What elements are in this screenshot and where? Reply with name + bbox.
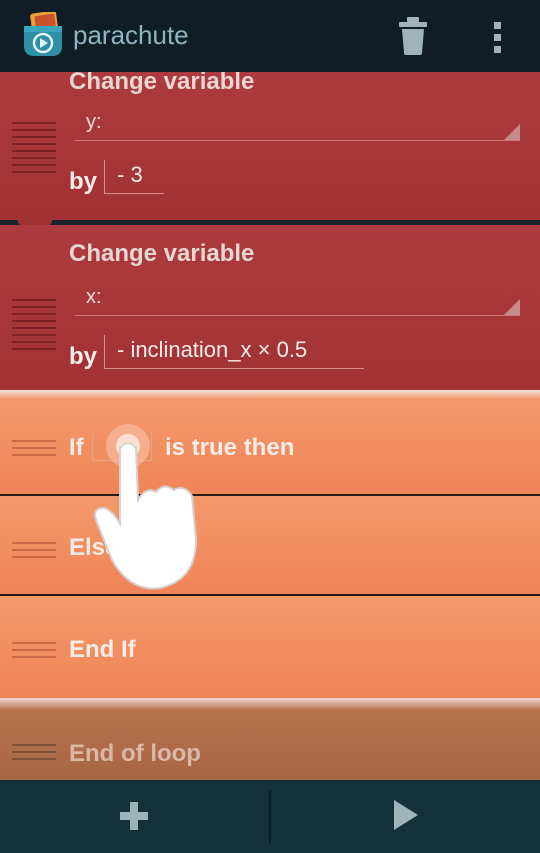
- end-loop-label: End of loop: [69, 740, 201, 767]
- drag-handle-icon[interactable]: [12, 642, 56, 663]
- add-button[interactable]: [0, 780, 269, 853]
- variable-name: y:: [86, 111, 102, 133]
- script-area[interactable]: Change variable y: by - 3 Change variabl…: [0, 72, 540, 780]
- by-label: by: [69, 168, 98, 195]
- end-if-brick[interactable]: End If: [0, 596, 540, 705]
- value-field[interactable]: - 3: [104, 160, 164, 194]
- change-variable-brick[interactable]: Change variable x: by - inclination_x × …: [0, 225, 540, 393]
- end-loop-brick[interactable]: End of loop: [0, 710, 540, 780]
- variable-name: x:: [86, 286, 102, 308]
- formula-text: - inclination_x × 0.5: [117, 337, 308, 362]
- drag-handle-icon[interactable]: [12, 122, 56, 178]
- drag-handle-icon[interactable]: [12, 744, 56, 765]
- if-label: If: [69, 434, 84, 461]
- formula-text: - 3: [117, 162, 143, 187]
- app-title: parachute: [73, 20, 189, 50]
- brick-divider: [0, 698, 540, 710]
- value-field[interactable]: - inclination_x × 0.5: [104, 335, 364, 369]
- variable-spinner[interactable]: x:: [74, 282, 520, 316]
- dropdown-arrow-icon: [504, 124, 520, 140]
- else-brick[interactable]: Else: [0, 496, 540, 601]
- by-label: by: [69, 343, 98, 370]
- play-button[interactable]: [271, 780, 540, 853]
- trash-icon[interactable]: [396, 17, 430, 55]
- variable-spinner[interactable]: y:: [74, 107, 520, 141]
- end-if-label: End If: [69, 636, 136, 663]
- brick-divider: [0, 390, 540, 398]
- plus-icon: [120, 802, 148, 830]
- drag-handle-icon[interactable]: [12, 299, 56, 355]
- action-bar: parachute: [0, 0, 540, 72]
- overflow-menu-icon[interactable]: [488, 20, 508, 54]
- drag-handle-icon[interactable]: [12, 440, 56, 461]
- dropdown-arrow-icon: [504, 299, 520, 315]
- if-brick[interactable]: If is true then: [0, 398, 540, 494]
- pocket-code-icon[interactable]: [22, 12, 64, 58]
- drag-handle-icon[interactable]: [12, 542, 56, 563]
- play-icon: [394, 800, 418, 830]
- bottom-bar: [0, 780, 540, 853]
- brick-title: Change variable: [69, 72, 255, 95]
- brick-title: Change variable: [69, 240, 255, 267]
- change-variable-brick[interactable]: Change variable y: by - 3: [0, 72, 540, 227]
- touch-hand-icon: [94, 424, 198, 590]
